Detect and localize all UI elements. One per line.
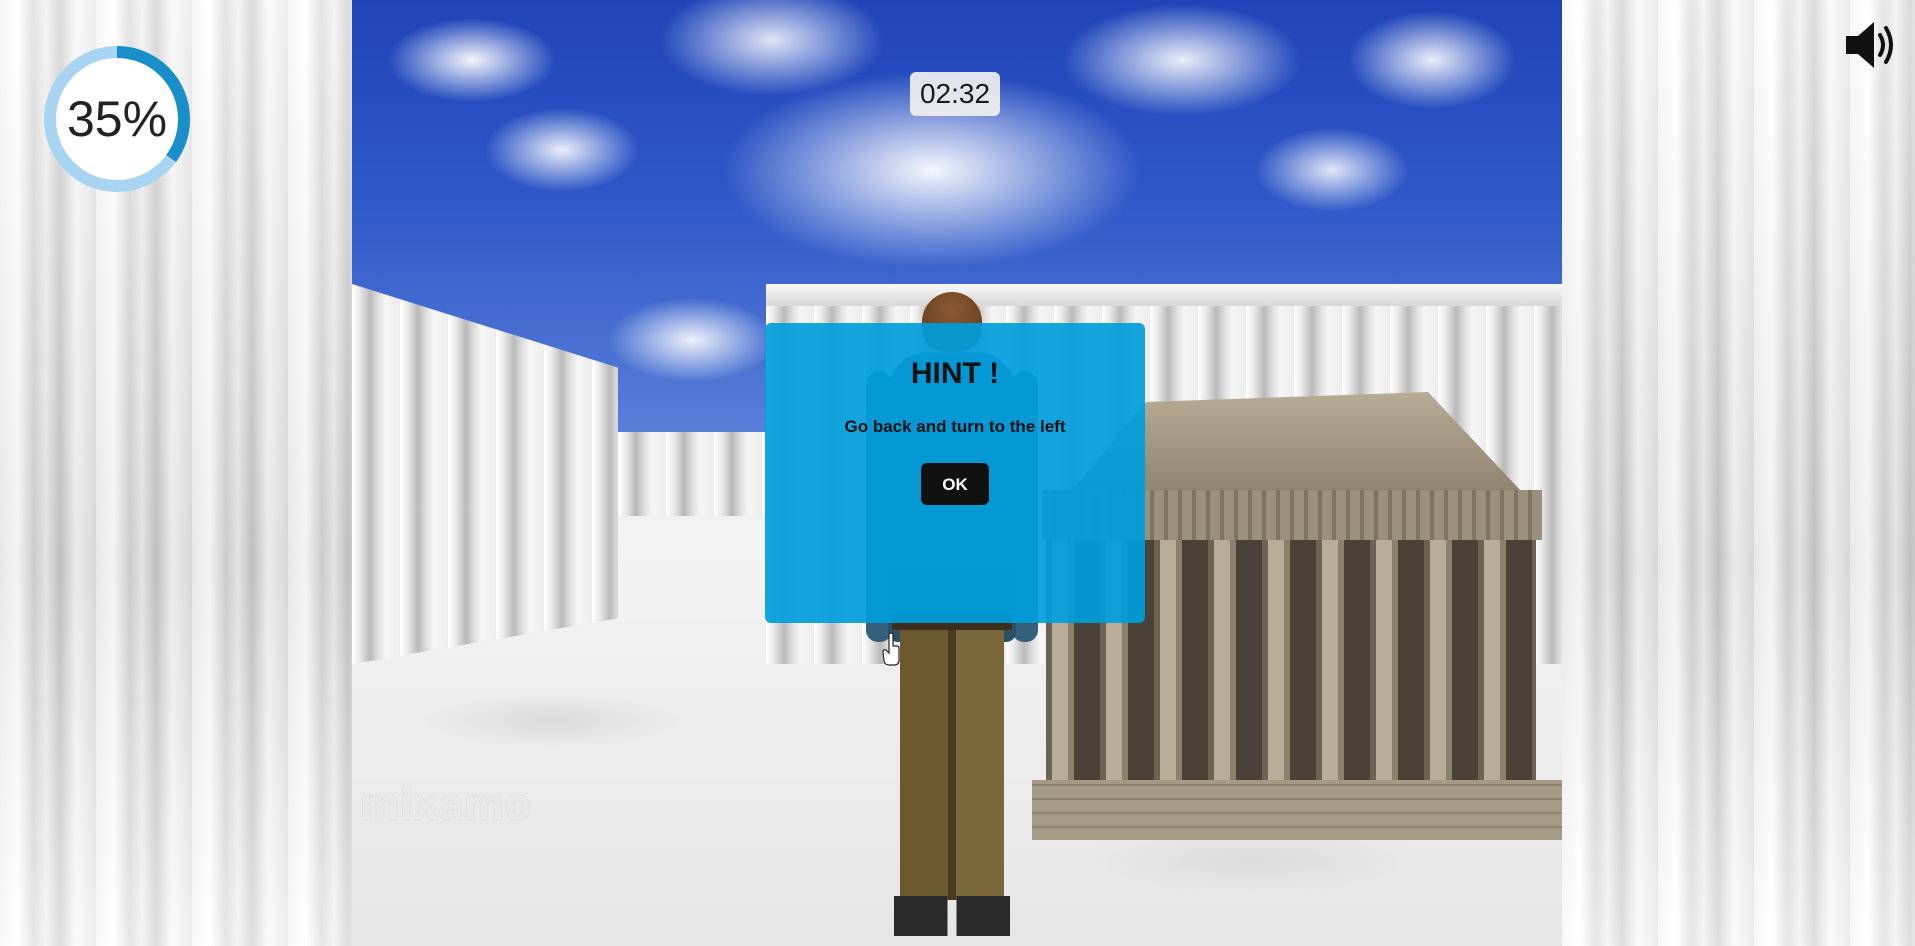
hint-message: Go back and turn to the left [844, 417, 1066, 436]
temple-base [1032, 780, 1562, 840]
countdown-timer: 02:32 [910, 72, 1000, 116]
hint-title: HINT ! [910, 357, 1000, 390]
right-column-panel [1562, 0, 1915, 946]
mixamo-watermark: mixamo [360, 780, 533, 829]
character-boots [894, 896, 1010, 936]
speaker-volume-icon [1846, 22, 1893, 68]
far-colonnade [618, 432, 768, 516]
hand-cursor-icon [882, 632, 900, 666]
ok-button[interactable]: OK [921, 463, 989, 505]
hint-dialog: HINT ! Go back and turn to the left OK [765, 323, 1145, 623]
progress-percent-label: 35% [66, 91, 168, 147]
character-legs [900, 630, 1004, 900]
sound-toggle-button[interactable] [1842, 18, 1898, 72]
progress-ring: 35% [42, 44, 192, 194]
